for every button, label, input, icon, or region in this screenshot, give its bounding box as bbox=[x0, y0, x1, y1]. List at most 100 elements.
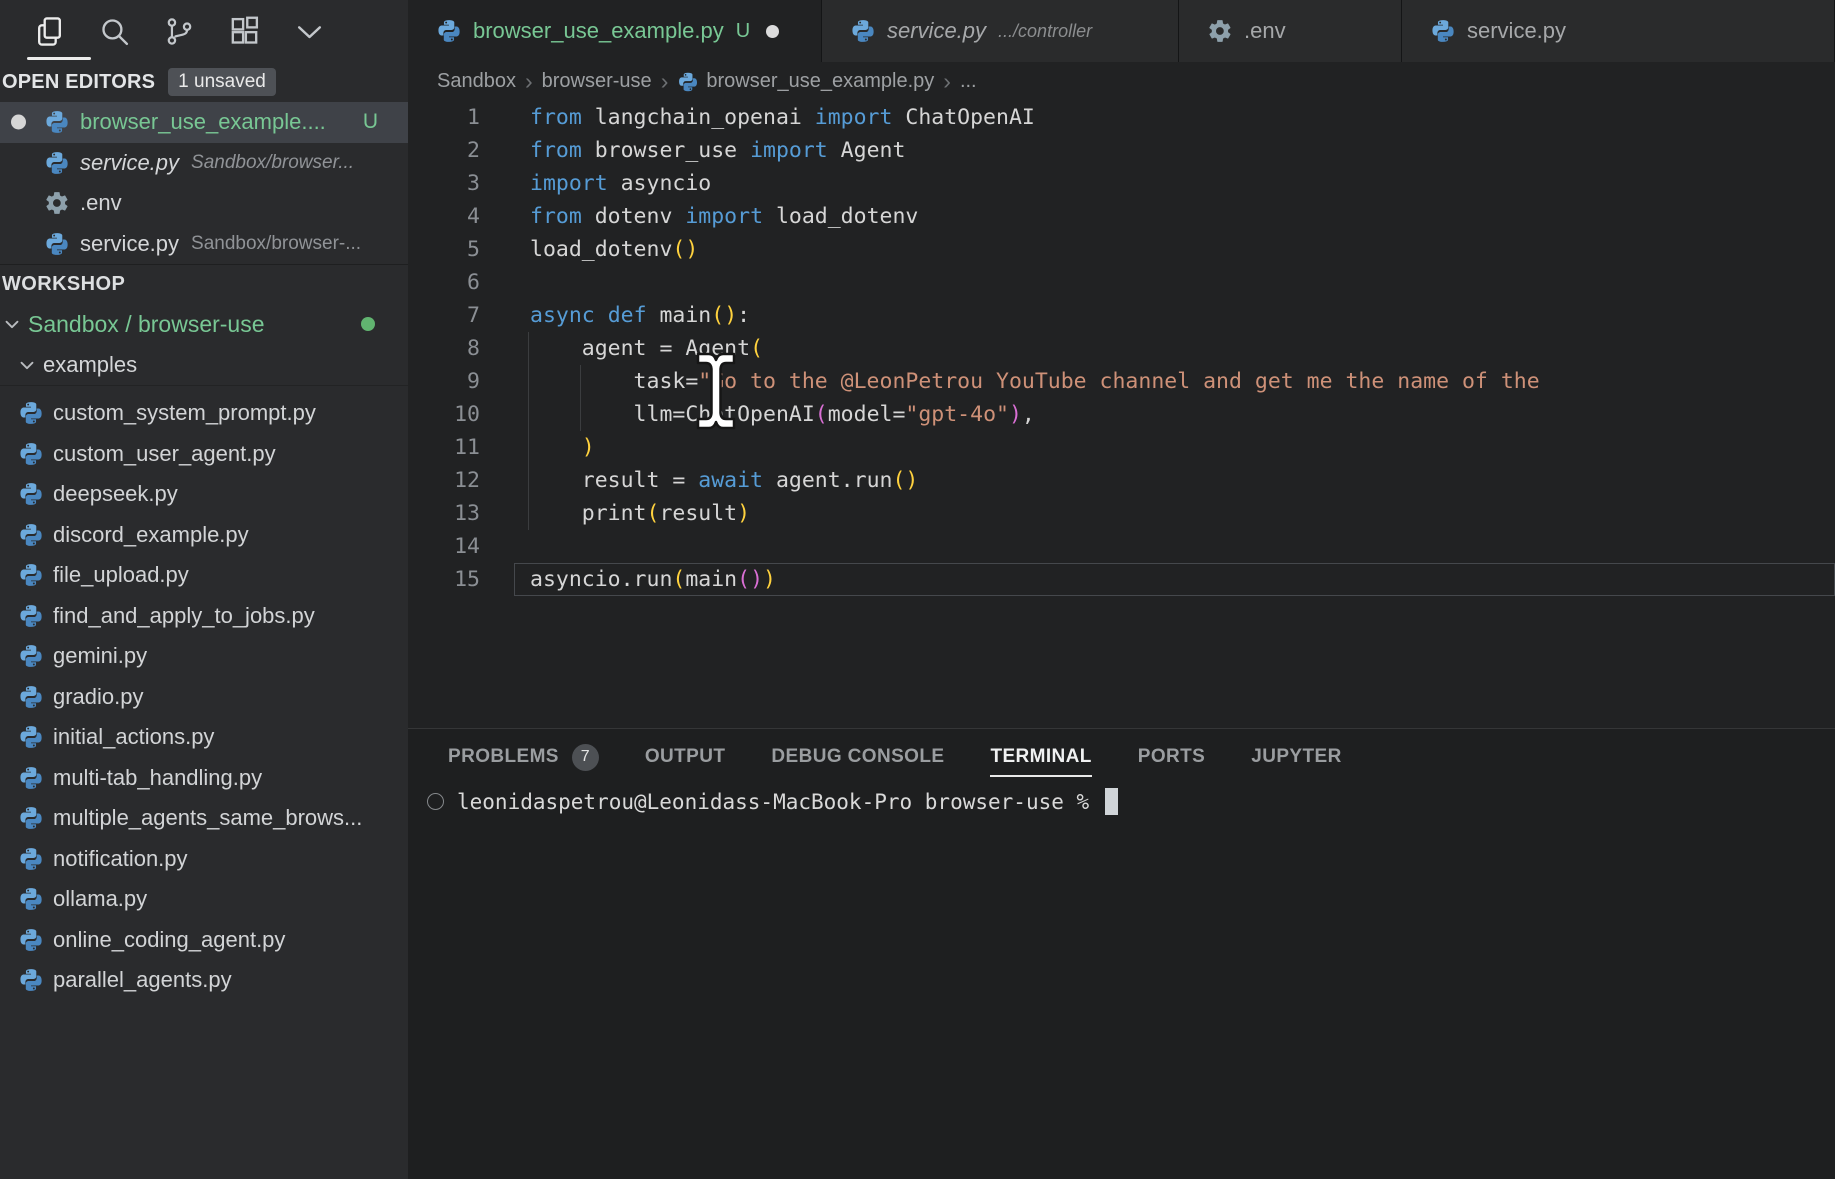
panel-tab-debug-console[interactable]: DEBUG CONSOLE bbox=[771, 729, 944, 785]
chevron-down-icon[interactable] bbox=[290, 12, 328, 50]
code-editor[interactable]: 1from langchain_openai import ChatOpenAI… bbox=[408, 101, 1835, 728]
file-item[interactable]: custom_system_prompt.py bbox=[0, 393, 408, 434]
open-editor-item[interactable]: browser_use_example....U bbox=[0, 102, 408, 143]
code-token: main bbox=[685, 567, 737, 592]
line-number: 11 bbox=[408, 431, 480, 464]
code-token: result bbox=[659, 501, 737, 526]
code-token: Agent bbox=[828, 138, 906, 163]
tab-browser_use_example.py[interactable]: browser_use_example.pyU bbox=[408, 0, 822, 62]
terminal[interactable]: leonidaspetrou@Leonidass-MacBook-Pro bro… bbox=[408, 788, 1835, 815]
unsaved-dot bbox=[11, 115, 26, 130]
panel-tab-label: PORTS bbox=[1138, 746, 1205, 768]
panel-tab-output[interactable]: OUTPUT bbox=[645, 729, 726, 785]
tab-label: service.py bbox=[1467, 18, 1566, 44]
file-item[interactable]: gemini.py bbox=[0, 636, 408, 677]
code-text: task="Go to the @LeonPetrou YouTube chan… bbox=[530, 365, 1540, 398]
tab-service.py[interactable]: service.py.../controller bbox=[822, 0, 1179, 62]
file-item-label: discord_example.py bbox=[53, 522, 249, 548]
file-item-label: multi-tab_handling.py bbox=[53, 765, 262, 791]
file-item[interactable]: find_and_apply_to_jobs.py bbox=[0, 596, 408, 637]
file-item[interactable]: multi-tab_handling.py bbox=[0, 758, 408, 799]
file-item[interactable]: file_upload.py bbox=[0, 555, 408, 596]
code-line[interactable]: 6 bbox=[408, 266, 1835, 299]
code-line[interactable]: 12 result = await agent.run() bbox=[408, 464, 1835, 497]
line-number: 3 bbox=[408, 167, 480, 200]
python-icon bbox=[44, 150, 70, 176]
file-item[interactable]: parallel_agents.py bbox=[0, 960, 408, 1001]
search-icon[interactable] bbox=[95, 12, 133, 50]
file-item[interactable]: multiple_agents_same_brows... bbox=[0, 798, 408, 839]
open-editor-item[interactable]: service.pySandbox/browser-... bbox=[0, 224, 408, 265]
breadcrumb-item[interactable]: browser-use bbox=[542, 70, 652, 93]
open-editor-item[interactable]: service.pySandbox/browser... bbox=[0, 143, 408, 184]
file-item[interactable]: online_coding_agent.py bbox=[0, 920, 408, 961]
file-item[interactable]: deepseek.py bbox=[0, 474, 408, 515]
code-line[interactable]: 13 print(result) bbox=[408, 497, 1835, 530]
problems-count-badge: 7 bbox=[572, 744, 599, 771]
file-item-label: gemini.py bbox=[53, 643, 147, 669]
code-token: agent = Agent bbox=[530, 336, 750, 361]
panel-tab-ports[interactable]: PORTS bbox=[1138, 729, 1205, 785]
code-line[interactable]: 3import asyncio bbox=[408, 167, 1835, 200]
file-item[interactable]: gradio.py bbox=[0, 677, 408, 718]
tab-service.py[interactable]: service.py bbox=[1402, 0, 1835, 62]
python-icon bbox=[18, 603, 44, 629]
code-token: dotenv bbox=[582, 204, 686, 229]
tree-root-sandbox-browser-use[interactable]: Sandbox / browser-use bbox=[0, 304, 408, 345]
source-control-icon[interactable] bbox=[160, 12, 198, 50]
breadcrumb-item[interactable]: Sandbox bbox=[437, 70, 516, 93]
file-item[interactable]: ollama.py bbox=[0, 879, 408, 920]
code-token: () bbox=[672, 237, 698, 262]
tree-folder-examples[interactable]: examples bbox=[0, 345, 408, 387]
line-number: 7 bbox=[408, 299, 480, 332]
code-line[interactable]: 9 task="Go to the @LeonPetrou YouTube ch… bbox=[408, 365, 1835, 398]
file-item[interactable]: notification.py bbox=[0, 839, 408, 880]
code-line[interactable]: 4from dotenv import load_dotenv bbox=[408, 200, 1835, 233]
gear-icon bbox=[1207, 18, 1233, 44]
terminal-prompt: leonidaspetrou@Leonidass-MacBook-Pro bro… bbox=[457, 790, 1089, 814]
panel-tab-jupyter[interactable]: JUPYTER bbox=[1251, 729, 1341, 785]
breadcrumb-item[interactable]: ... bbox=[960, 70, 977, 93]
command-decoration-icon bbox=[427, 793, 444, 810]
code-line[interactable]: 7async def main(): bbox=[408, 299, 1835, 332]
code-token: main bbox=[647, 303, 712, 328]
file-item-label: ollama.py bbox=[53, 886, 147, 912]
open-editor-item[interactable]: .env bbox=[0, 183, 408, 224]
file-list: custom_system_prompt.py custom_user_agent… bbox=[0, 386, 408, 1001]
code-token bbox=[595, 303, 608, 328]
code-line[interactable]: 14 bbox=[408, 530, 1835, 563]
modified-dot bbox=[361, 317, 375, 331]
panel-tab-problems[interactable]: PROBLEMS7 bbox=[448, 729, 599, 785]
file-item[interactable]: custom_user_agent.py bbox=[0, 434, 408, 475]
file-item-label: custom_system_prompt.py bbox=[53, 400, 316, 426]
code-token: ) bbox=[1009, 402, 1022, 427]
code-token: ( bbox=[672, 567, 685, 592]
breadcrumb-item[interactable]: browser_use_example.py bbox=[677, 70, 934, 93]
workshop-section-header[interactable]: WORKSHOP bbox=[0, 264, 408, 304]
code-token: ) bbox=[582, 435, 595, 460]
python-icon bbox=[18, 927, 44, 953]
file-item-label: parallel_agents.py bbox=[53, 967, 232, 993]
files-icon[interactable] bbox=[30, 12, 68, 50]
code-line[interactable]: 2from browser_use import Agent bbox=[408, 134, 1835, 167]
code-line[interactable]: 8 agent = Agent( bbox=[408, 332, 1835, 365]
panel-tab-label: DEBUG CONSOLE bbox=[771, 746, 944, 768]
open-editors-list: browser_use_example....Uservice.pySandbo… bbox=[0, 102, 408, 264]
terminal-cursor bbox=[1105, 788, 1118, 815]
file-item[interactable]: discord_example.py bbox=[0, 515, 408, 556]
open-editor-label: .env bbox=[80, 190, 122, 216]
code-line[interactable]: 5load_dotenv() bbox=[408, 233, 1835, 266]
open-editors-header[interactable]: OPEN EDITORS 1 unsaved bbox=[0, 62, 408, 102]
code-line[interactable]: 15asyncio.run(main()) bbox=[408, 563, 1835, 596]
code-token: ) bbox=[763, 567, 776, 592]
line-number: 8 bbox=[408, 332, 480, 365]
code-line[interactable]: 10 llm=ChatOpenAI(model="gpt-4o"), bbox=[408, 398, 1835, 431]
tab-.env[interactable]: .env bbox=[1179, 0, 1402, 62]
extensions-icon[interactable] bbox=[225, 12, 263, 50]
code-token: agent.run bbox=[763, 468, 892, 493]
code-line[interactable]: 1from langchain_openai import ChatOpenAI bbox=[408, 101, 1835, 134]
code-line[interactable]: 11 ) bbox=[408, 431, 1835, 464]
panel-tab-terminal[interactable]: TERMINAL bbox=[990, 729, 1091, 785]
file-item[interactable]: initial_actions.py bbox=[0, 717, 408, 758]
line-number: 15 bbox=[408, 563, 480, 596]
